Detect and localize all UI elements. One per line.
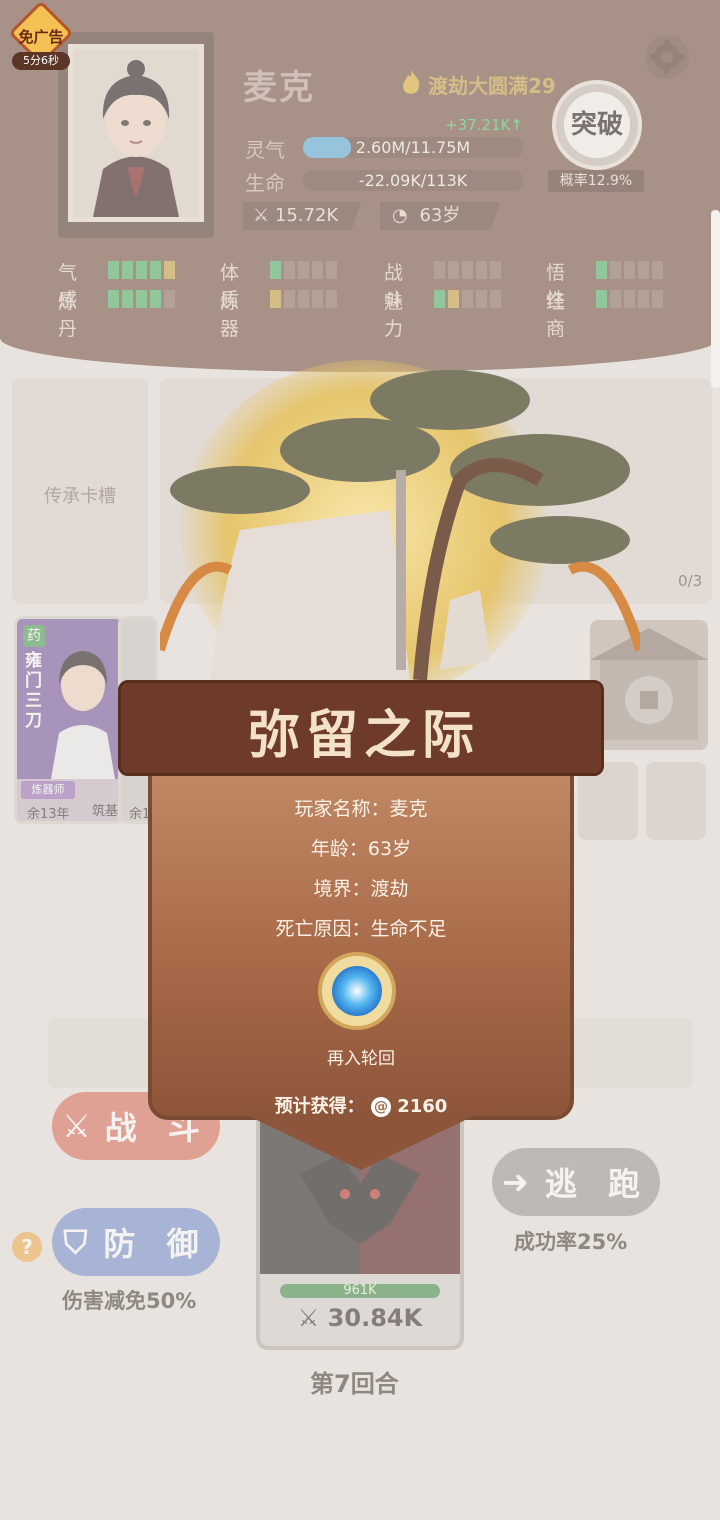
spiral-coin-icon: @ [370, 1097, 391, 1117]
reincarnate-button[interactable] [318, 952, 396, 1030]
scrollbar[interactable] [711, 210, 720, 388]
death-realm: 境界：渡劫 [313, 878, 409, 900]
death-age: 年龄：63岁 [310, 838, 412, 860]
reward-label: 预计获得： [274, 1096, 365, 1117]
tombstone-tree-illustration [160, 370, 640, 681]
vortex-icon [332, 966, 382, 1016]
reincarnate-label: 再入轮回 [327, 1049, 395, 1069]
estimated-reward: 预计获得： @ 2160 [148, 1092, 574, 1118]
death-player-name: 玩家名称：麦克 [294, 798, 428, 820]
remove-ads-badge[interactable]: 免广告 5分6秒 [8, 0, 74, 70]
death-cause: 死亡原因：生命不足 [275, 918, 447, 940]
remove-ads-label: 免广告 [18, 28, 64, 46]
reward-value: 2160 [397, 1096, 448, 1117]
title-banner: 弥留之际 [118, 680, 604, 776]
dialog-title: 弥留之际 [247, 706, 480, 766]
death-dialog: 弥留之际 玩家名称：麦克 年龄：63岁 境界：渡劫 死亡原因：生命不足 再入轮回… [118, 680, 604, 1180]
ad-timer: 5分6秒 [12, 52, 70, 70]
